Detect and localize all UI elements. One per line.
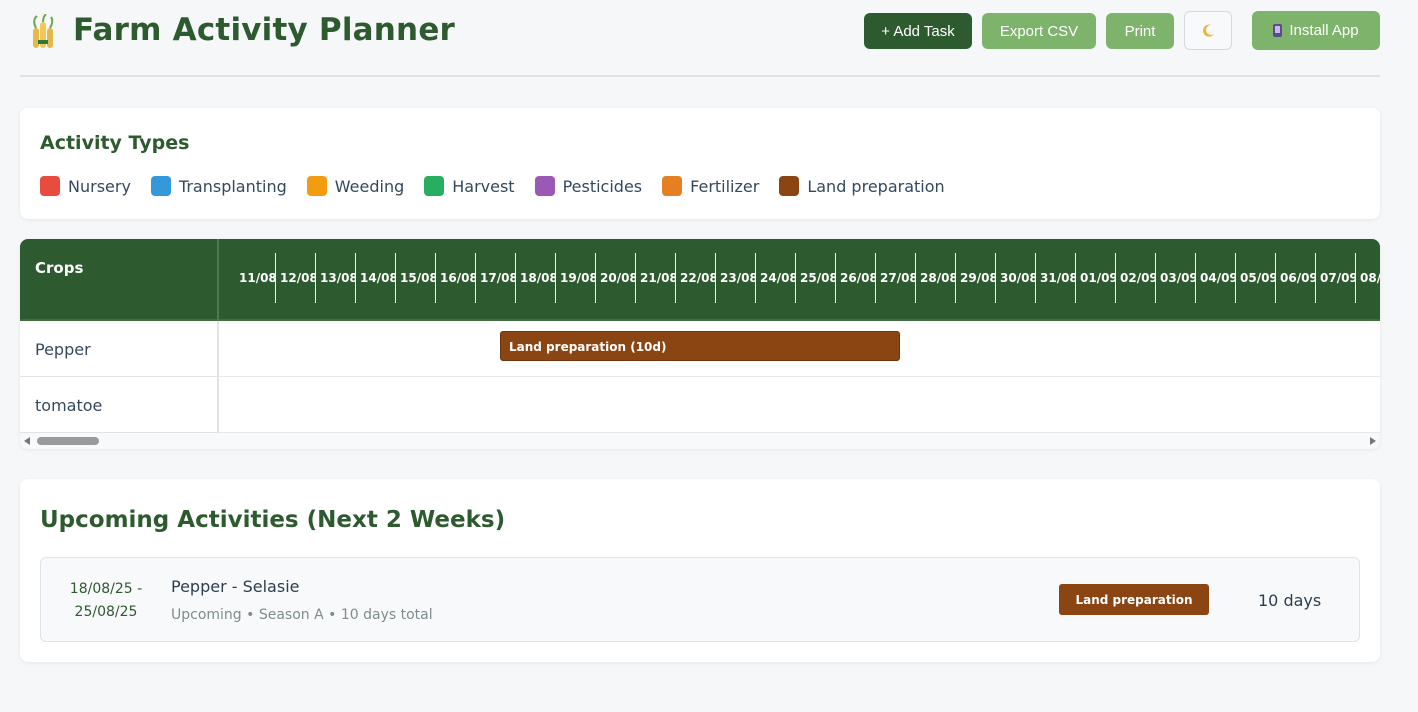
activity-name: Pepper - Selasie xyxy=(171,577,300,596)
activity-duration: 10 days xyxy=(1258,591,1322,610)
date-column-header: 13/08/ xyxy=(315,253,355,303)
scroll-right-arrow-icon[interactable] xyxy=(1370,437,1376,445)
add-task-button[interactable]: + Add Task xyxy=(864,13,972,49)
legend-label: Transplanting xyxy=(178,176,287,196)
crops-header-label: Crops xyxy=(35,259,84,277)
date-column-header: 05/09/ xyxy=(1235,253,1275,303)
date-column-header: 24/08/ xyxy=(755,253,795,303)
legend-item: Pesticides xyxy=(534,176,643,196)
crops-column-header: Crops xyxy=(20,239,219,321)
date-column-header: 07/09/ xyxy=(1315,253,1355,303)
legend-title: Activity Types xyxy=(40,132,190,154)
print-button[interactable]: Print xyxy=(1106,13,1174,49)
legend-item: Nursery xyxy=(40,176,131,196)
export-csv-button[interactable]: Export CSV xyxy=(982,13,1096,49)
legend-swatch xyxy=(40,176,60,196)
legend-label: Harvest xyxy=(452,176,515,196)
activity-date-range: 18/08/25 - 25/08/25 xyxy=(41,578,171,624)
legend-swatch xyxy=(306,176,327,196)
date-column-header: 19/08/ xyxy=(555,253,595,303)
gantt-chart: Crops 11/08/12/08/13/08/14/08/15/08/16/0… xyxy=(20,239,1380,449)
date-column-header: 25/08/ xyxy=(795,253,835,303)
date-column-header: 29/08/ xyxy=(955,253,995,303)
legend-item: Fertilizer xyxy=(662,176,759,196)
activity-date-end: 25/08/25 xyxy=(74,604,138,620)
date-column-header: 18/08/ xyxy=(515,253,555,303)
crop-row-label: Pepper xyxy=(20,321,219,377)
date-column-header: 12/08/ xyxy=(275,253,315,303)
legend-label: Nursery xyxy=(68,176,131,196)
activity-date-start: 18/08/25 - xyxy=(69,581,143,597)
horizontal-scrollbar[interactable] xyxy=(20,433,1380,449)
date-column-header: 01/09/ xyxy=(1075,253,1115,303)
legend-item: Transplanting xyxy=(150,176,287,196)
scroll-left-arrow-icon[interactable] xyxy=(24,437,30,445)
legend-swatch xyxy=(534,176,555,196)
page: Farm Activity Planner + Add Task Export … xyxy=(0,0,1418,712)
date-column-header: 06/09/ xyxy=(1275,253,1315,303)
date-column-header: 04/09/ xyxy=(1195,253,1235,303)
activity-bar[interactable]: Land preparation (10d) xyxy=(500,331,900,361)
legend-list: Nursery Transplanting Weeding Harvest Pestic… xyxy=(40,176,965,196)
date-column-header: 02/09/ xyxy=(1115,253,1155,303)
date-column-header: 31/08/ xyxy=(1035,253,1075,303)
legend-swatch xyxy=(150,176,171,196)
legend-label: Land preparation xyxy=(807,176,945,196)
moon-icon xyxy=(1203,24,1214,37)
phone-icon xyxy=(1273,24,1283,37)
date-column-header: 22/08/ xyxy=(675,253,715,303)
date-column-header: 03/09/ xyxy=(1155,253,1195,303)
activity-meta: Upcoming • Season A • 10 days total xyxy=(171,607,433,623)
date-column-header: 30/08/ xyxy=(995,253,1035,303)
upcoming-title: Upcoming Activities (Next 2 Weeks) xyxy=(40,507,506,533)
crop-row-track xyxy=(219,377,1380,433)
legend-item: Weeding xyxy=(306,176,405,196)
legend-item: Land preparation xyxy=(779,176,945,196)
date-column-header: 15/08/ xyxy=(395,253,435,303)
app-header: Farm Activity Planner + Add Task Export … xyxy=(20,0,1380,77)
gantt-header: Crops 11/08/12/08/13/08/14/08/15/08/16/0… xyxy=(20,239,1380,321)
date-column-header: 16/08/ xyxy=(435,253,475,303)
legend-label: Weeding xyxy=(334,176,405,196)
legend-item: Harvest xyxy=(424,176,515,196)
date-column-header: 21/08/ xyxy=(635,253,675,303)
legend-swatch xyxy=(424,176,445,196)
wheat-icon xyxy=(33,14,54,48)
date-column-header: 26/08/ xyxy=(835,253,875,303)
page-title: Farm Activity Planner xyxy=(73,12,456,48)
date-column-header: 20/08/ xyxy=(595,253,635,303)
date-column-header: 11/08/ xyxy=(239,271,275,285)
date-column-header: 08/0 xyxy=(1355,253,1380,303)
date-header-row: 11/08/12/08/13/08/14/08/15/08/16/08/17/0… xyxy=(220,253,1380,303)
theme-toggle-button[interactable] xyxy=(1184,11,1232,50)
date-column-header: 28/08/ xyxy=(915,253,955,303)
date-column-header: 23/08/ xyxy=(715,253,755,303)
legend-swatch xyxy=(662,176,683,196)
date-column-header: 27/08/ xyxy=(875,253,915,303)
legend-label: Fertilizer xyxy=(690,176,760,196)
install-app-button[interactable]: Install App xyxy=(1252,11,1380,50)
crop-row-track: Land preparation (10d) xyxy=(219,321,1380,377)
upcoming-activity-item[interactable]: 18/08/25 - 25/08/25 Pepper - Selasie Upc… xyxy=(40,557,1360,642)
legend-swatch xyxy=(779,176,800,196)
legend-label: Pesticides xyxy=(562,176,643,196)
activity-types-card: Activity Types Nursery Transplanting Weedi… xyxy=(20,108,1380,219)
scrollbar-thumb[interactable] xyxy=(37,437,99,445)
date-column-header: 17/08/ xyxy=(475,253,515,303)
upcoming-activities-card: Upcoming Activities (Next 2 Weeks) 18/08… xyxy=(20,479,1380,662)
install-app-label: Install App xyxy=(1289,22,1359,39)
date-column-header: 14/08/ xyxy=(355,253,395,303)
activity-type-badge: Land preparation xyxy=(1059,584,1209,615)
crop-row-label: tomatoe xyxy=(20,377,219,433)
